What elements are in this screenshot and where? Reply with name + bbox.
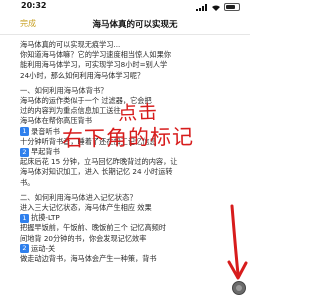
text-line: 间地背 20分钟的书，你会发现记忆效率	[20, 233, 147, 243]
wifi-icon	[212, 4, 220, 11]
text-line: 十分钟听背书音，睡着了还在加工记忆信息	[20, 136, 157, 146]
number-2-icon: 2	[20, 147, 29, 157]
battery-icon	[224, 3, 240, 11]
status-time: 20:32	[21, 1, 47, 10]
text-line: 能利用海马体学习，可实现学习8小时=别人学	[20, 60, 168, 70]
list-item-label: 早起背书	[31, 147, 60, 157]
text-line: 海马体真的可以实现无痕学习...	[20, 40, 121, 49]
text-line: 过的内容判为重点信息加工送往	[20, 106, 121, 116]
list-item: 1 抗摸-LTP	[20, 213, 242, 223]
page-title: 海马体真的可以实现无	[92, 20, 178, 30]
text-line: 你知道海马体嘛？它的学习速度相当惊人如果你	[20, 50, 171, 60]
text-line: 起床后花 15 分钟，立马回忆昨晚背过的内容，让	[20, 157, 178, 167]
status-bar: 20:32	[0, 0, 250, 14]
text-line: 24小时，那么如何利用海马体学习呢？	[20, 70, 145, 80]
list-item-label: 运动-关	[31, 243, 56, 253]
list-item-label: 抗摸-LTP	[31, 213, 60, 223]
number-1-icon: 1	[20, 127, 29, 137]
list-item: 2 早起背书	[20, 147, 242, 157]
nav-bar: 完成 海马体真的可以实现无	[0, 14, 250, 35]
text-line: 海马体的运作类似于一个 过滤器，它会把	[20, 96, 152, 106]
list-item-label: 录音听书	[31, 126, 60, 136]
status-icons	[196, 3, 240, 11]
signal-icon	[196, 3, 208, 11]
text-line: 做走动边背书，海马体会产生一种策，背书	[20, 254, 157, 264]
number-2-icon: 2	[20, 244, 29, 254]
section-heading: 二、如何利用海马体进入记忆状态？	[20, 192, 137, 202]
text-line: 海马体在帮你高压背书	[20, 116, 92, 126]
text-line: 进入三大记忆状态，海马体产生相应 效果	[20, 203, 152, 213]
corner-marker-button[interactable]	[232, 281, 246, 295]
text-line: 书。	[20, 177, 35, 187]
done-button[interactable]: 完成	[20, 18, 36, 29]
note-body[interactable]: 海马体真的可以实现无痕学习... 你知道海马体嘛？它的学习速度相当惊人如果你 能…	[20, 40, 242, 264]
list-item: 1 录音听书	[20, 127, 242, 137]
list-item: 2 运动-关	[20, 244, 242, 254]
number-1-icon: 1	[20, 213, 29, 223]
marker-dot-icon	[236, 285, 242, 291]
text-line: 把握早饭前，午饭前、晚饭前三个 记忆高频时	[20, 223, 167, 233]
text-line: 海马体对知识加工，进入 长期记忆 24 小时运转	[20, 167, 173, 177]
section-heading: 一、如何利用海马体背书？	[20, 85, 108, 95]
